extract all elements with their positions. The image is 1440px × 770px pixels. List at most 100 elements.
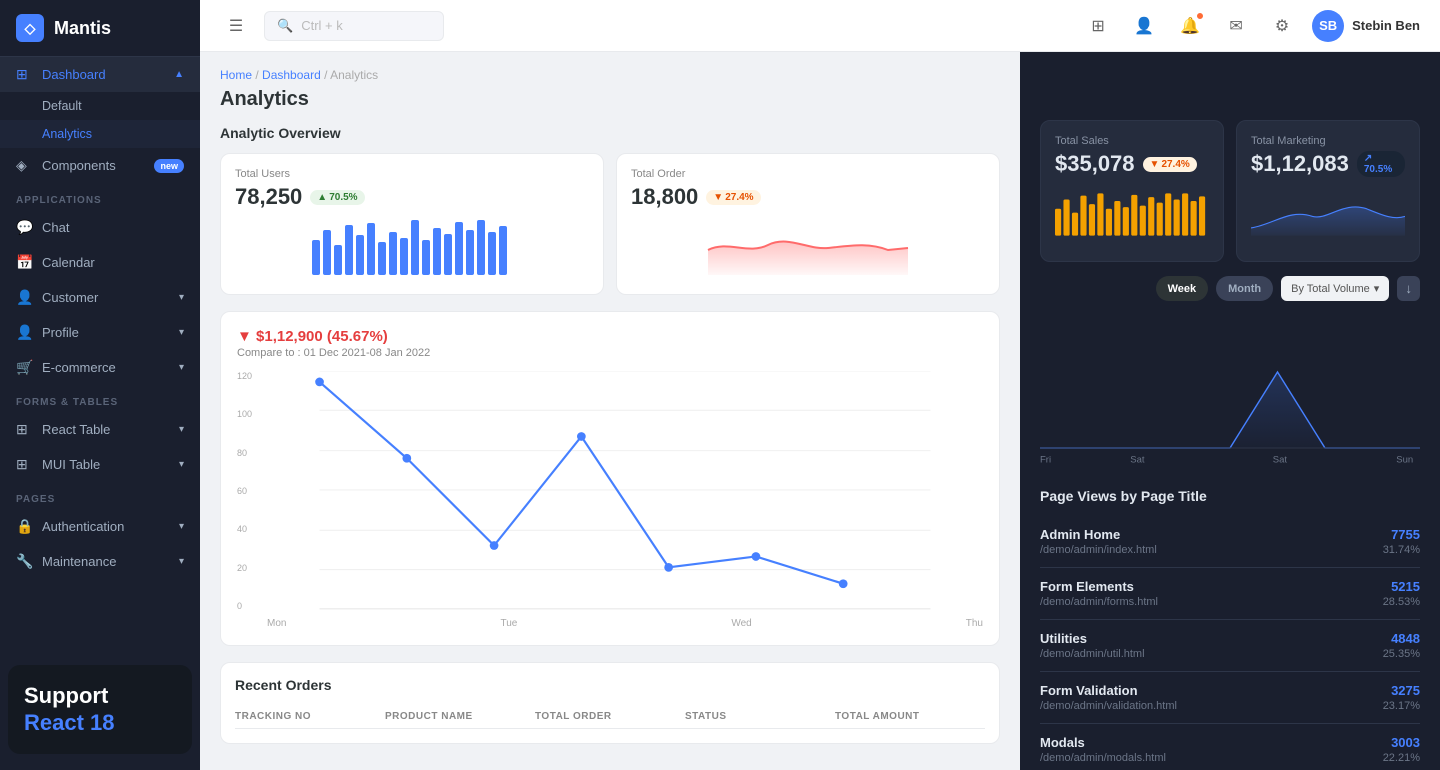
card-value-row: 78,250 ▲ 70.5% [235,184,589,210]
sidebar-item-chat[interactable]: 💬 Chat [0,210,200,245]
page-view-count: 3003 [1383,735,1420,750]
user-info[interactable]: SB Stebin Ben [1312,10,1420,42]
income-chart-wrap: 120 100 80 60 40 20 0 [237,371,983,629]
sidebar-item-label: React Table [42,422,110,437]
page-title-text: Utilities [1040,631,1145,646]
svg-text:Fri: Fri [1040,454,1051,465]
income-info: ▼ $1,12,900 (45.67%) Compare to : 01 Dec… [237,328,430,359]
page-view-item: Utilities /demo/admin/util.html 4848 25.… [1040,620,1420,672]
page-view-pct: 23.17% [1383,700,1420,712]
menu-toggle-button[interactable]: ☰ [220,10,252,42]
income-line-chart [267,371,983,611]
sidebar-item-profile[interactable]: 👤 Profile ▾ [0,315,200,350]
x-axis: Mon Tue Wed Thu [267,616,983,629]
logo[interactable]: ◇ Mantis [0,0,200,57]
volume-button[interactable]: By Total Volume ▾ [1281,276,1389,301]
breadcrumb: Home / Dashboard / Analytics [220,68,1000,82]
svg-text:Sun: Sun [1396,454,1413,465]
section-pages: Pages [0,482,200,509]
page-view-count: 3275 [1383,683,1420,698]
badge-down: ▼ 27.4% [706,190,760,205]
apps-button[interactable]: ⊞ [1082,10,1114,42]
sidebar-item-calendar[interactable]: 📅 Calendar [0,245,200,280]
sidebar-item-auth[interactable]: 🔒 Authentication ▾ [0,509,200,544]
page-view-count: 7755 [1383,527,1420,542]
chevron-down-icon: ▾ [1374,282,1380,295]
sales-bar-chart [1055,187,1209,242]
sidebar-item-dashboard[interactable]: ⊞ Dashboard ▲ [0,57,200,92]
card-label: Total Users [235,168,589,180]
mui-table-icon: ⊞ [16,456,32,473]
card-value-row: $1,12,083 ↗ 70.5% [1251,151,1405,177]
sidebar-item-mui-table[interactable]: ⊞ MUI Table ▾ [0,447,200,482]
download-button[interactable]: ↓ [1397,276,1420,301]
sidebar-item-label: Components [42,158,116,173]
chevron-icon: ▾ [179,556,184,567]
card-value: $1,12,083 [1251,151,1349,177]
search-placeholder: Ctrl + k [301,18,343,33]
chevron-icon: ▾ [179,521,184,532]
settings-button[interactable]: ⚙ [1266,10,1298,42]
dark-income-chart: Fri Sat Sat Sun [1040,311,1420,471]
marketing-area-chart [1251,187,1405,242]
chevron-icon: ▾ [179,459,184,470]
notification-badge [1196,12,1204,20]
income-compare: Compare to : 01 Dec 2021-08 Jan 2022 [237,347,430,359]
income-amount: ▼ $1,12,900 (45.67%) [237,328,430,345]
income-controls: Week Month By Total Volume ▾ ↓ [1040,276,1420,301]
sidebar-item-label: E-commerce [42,360,116,375]
content-right: Total Sales $35,078 ▼ 27.4% [1020,52,1440,770]
sidebar-item-label: Calendar [42,255,95,270]
page-view-pct: 25.35% [1383,648,1420,660]
topbar-left: ☰ 🔍 Ctrl + k [220,10,1070,42]
order-area-chart [631,220,985,275]
th-product: PRODUCT NAME [385,711,535,722]
analytic-overview-title: Analytic Overview [220,125,1000,141]
sidebar-item-label: Profile [42,325,79,340]
notifications-button[interactable]: 🔔 [1174,10,1206,42]
income-header: ▼ $1,12,900 (45.67%) Compare to : 01 Dec… [237,328,983,359]
th-status: STATUS [685,711,835,722]
dashboard-icon: ⊞ [16,66,32,83]
recent-orders-title: Recent Orders [235,677,985,693]
sidebar-item-customer[interactable]: 👤 Customer ▾ [0,280,200,315]
sidebar-item-maintenance[interactable]: 🔧 Maintenance ▾ [0,544,200,579]
support-title: Support [24,683,176,709]
income-section: ▼ $1,12,900 (45.67%) Compare to : 01 Dec… [220,311,1000,646]
sidebar-sub-analytics[interactable]: Analytics [0,120,200,148]
card-label: Total Marketing [1251,135,1405,147]
sidebar-item-ecommerce[interactable]: 🛒 E-commerce ▾ [0,350,200,385]
sidebar-item-components[interactable]: ◈ Components new [0,148,200,183]
sidebar-item-label: Authentication [42,519,124,534]
th-total-order: TOTAL ORDER [535,711,685,722]
badge-up: ▲ 70.5% [310,190,364,205]
page-title-text: Form Validation [1040,683,1177,698]
sidebar-item-label: Dashboard [42,67,106,82]
card-label: Total Sales [1055,135,1209,147]
search-input[interactable]: 🔍 Ctrl + k [264,11,444,41]
user-name: Stebin Ben [1352,18,1420,33]
page-url: /demo/admin/modals.html [1040,752,1166,764]
page-views-list: Admin Home /demo/admin/index.html 7755 3… [1040,516,1420,770]
page-title: Analytics [220,88,1000,111]
badge-down: ▼ 27.4% [1143,157,1197,172]
svg-text:Sat: Sat [1130,454,1145,465]
table-header-row: TRACKING NO PRODUCT NAME TOTAL ORDER STA… [235,705,985,729]
topbar: ☰ 🔍 Ctrl + k ⊞ 👤 🔔 ✉ ⚙ SB Stebin Ben [200,0,1440,52]
chat-icon: 💬 [16,219,32,236]
month-button[interactable]: Month [1216,276,1273,301]
sidebar-item-react-table[interactable]: ⊞ React Table ▾ [0,412,200,447]
app-name: Mantis [54,18,111,39]
messages-button[interactable]: ✉ [1220,10,1252,42]
breadcrumb-dashboard[interactable]: Dashboard [262,68,321,82]
profile-button[interactable]: 👤 [1128,10,1160,42]
week-button[interactable]: Week [1156,276,1209,301]
card-value: 18,800 [631,184,698,210]
breadcrumb-home[interactable]: Home [220,68,252,82]
sidebar-sub-default[interactable]: Default [0,92,200,120]
page-url: /demo/admin/index.html [1040,544,1157,556]
logo-icon: ◇ [16,14,44,42]
profile-icon: 👤 [16,324,32,341]
section-forms: Forms & Tables [0,385,200,412]
dark-analytics-cards: Total Sales $35,078 ▼ 27.4% [1040,120,1420,262]
